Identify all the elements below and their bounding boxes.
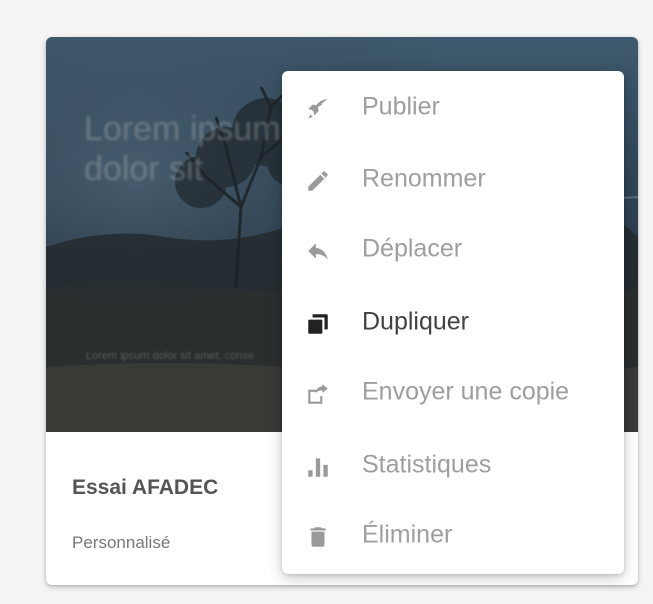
menu-item-envoyer-une-copie[interactable]: Envoyer une copie xyxy=(282,362,624,422)
trash-icon xyxy=(304,523,332,551)
menu-item-label: Envoyer une copie xyxy=(362,377,570,406)
menu-item-publier[interactable]: Publier xyxy=(282,77,624,137)
menu-item-deplacer[interactable]: Déplacer xyxy=(282,219,624,279)
menu-item-dupliquer[interactable]: Dupliquer xyxy=(282,292,624,352)
menu-item-label: Déplacer xyxy=(362,234,463,263)
menu-item-label: Éliminer xyxy=(362,520,453,549)
menu-item-statistiques[interactable]: Statistiques xyxy=(282,435,624,495)
card-subtitle: Personnalisé xyxy=(72,533,171,552)
menu-item-renommer[interactable]: Renommer xyxy=(282,149,624,209)
rocket-icon xyxy=(304,95,332,123)
menu-item-label: Renommer xyxy=(362,164,486,193)
thumbnail-body-text: Lorem ipsum dolor sit amet, conse xyxy=(86,350,255,362)
duplicate-icon xyxy=(304,310,332,338)
menu-item-eliminer[interactable]: Éliminer xyxy=(282,505,624,565)
stage: Lorem ipsum dolor sit Lorem ipsum dolor … xyxy=(0,0,653,604)
card-title[interactable]: Essai AFADEC xyxy=(72,476,218,500)
send-copy-icon xyxy=(304,380,332,408)
context-menu: Publier Renommer Déplacer Dupliquer Envo… xyxy=(282,71,624,574)
menu-item-label: Dupliquer xyxy=(362,307,470,336)
menu-item-label: Publier xyxy=(362,92,440,121)
pencil-icon xyxy=(304,167,332,195)
bar-chart-icon xyxy=(304,453,332,481)
menu-item-label: Statistiques xyxy=(362,450,492,479)
reply-arrow-icon xyxy=(304,237,332,265)
